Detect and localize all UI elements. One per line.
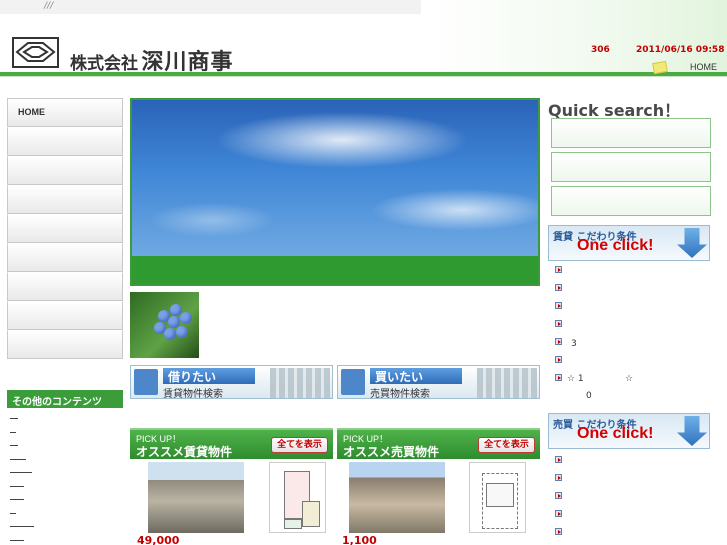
link-bullet-icon[interactable]: [555, 510, 562, 517]
sky-image: [132, 100, 538, 256]
link-bullet-icon[interactable]: [555, 338, 562, 345]
show-all-button[interactable]: 全てを表示: [478, 437, 535, 453]
link-bullet-icon[interactable]: [555, 284, 562, 291]
arrow-down-icon: [677, 228, 707, 258]
other-contents-link[interactable]: [7, 491, 123, 505]
other-contents-link[interactable]: [7, 464, 123, 478]
other-contents-heading: その他のコンテンツ: [7, 390, 123, 408]
home-link[interactable]: HOME: [690, 62, 717, 72]
link-bullet-icon[interactable]: [555, 374, 562, 381]
other-contents-link[interactable]: [7, 437, 123, 451]
rent-price: 49,000: [137, 534, 180, 545]
quick-search-field[interactable]: [551, 118, 711, 148]
other-contents-list: [7, 410, 123, 545]
sidebar-item[interactable]: [7, 156, 123, 185]
quick-search-field[interactable]: [551, 152, 711, 182]
header-slashes: ///: [44, 1, 54, 11]
rent-search-button[interactable]: 借りたい 賃貸物件検索: [130, 365, 333, 399]
oneclick-text: One click!: [577, 425, 654, 442]
company-main-name: 深川商事: [141, 50, 234, 75]
sidebar-item[interactable]: [7, 185, 123, 214]
link-bullet-icon[interactable]: [555, 320, 562, 327]
link-bullet-icon[interactable]: [555, 356, 562, 363]
quick-search-field[interactable]: [551, 186, 711, 216]
link-bullet-icon[interactable]: [555, 474, 562, 481]
sidebar-item-label: [8, 157, 122, 165]
oneclick-text: One click!: [577, 237, 654, 254]
company-prefix: 株式会社: [70, 54, 138, 74]
building-icon: [270, 368, 330, 398]
buy-search-subtitle: 売買物件検索: [370, 389, 430, 399]
link-bullet-icon[interactable]: [555, 266, 562, 273]
building-icon: [477, 368, 537, 398]
buy-search-title: 買いたい: [370, 368, 462, 384]
other-contents-link[interactable]: [7, 410, 123, 424]
other-contents-link[interactable]: [7, 478, 123, 492]
sidebar-item-label: [8, 186, 122, 194]
condition-count: 0: [586, 391, 592, 401]
sidebar-item-label: [8, 128, 122, 136]
buy-property-photo[interactable]: [349, 462, 445, 533]
condition-count: 3: [571, 339, 577, 349]
other-contents-link[interactable]: [7, 451, 123, 465]
pickup-rent-header: PICK UP！ オススメ賃貸物件 全てを表示: [130, 428, 333, 459]
update-datetime: 2011/06/16 09:58: [636, 45, 725, 55]
key-icon: [341, 369, 365, 395]
pickup-title: オススメ売買物件: [343, 445, 440, 459]
rent-oneclick-banner[interactable]: 賃貸 こだわり条件 One click!: [548, 225, 710, 261]
pickup-buy-header: PICK UP！ オススメ売買物件 全てを表示: [337, 428, 540, 459]
rent-floorplan-image[interactable]: [269, 462, 326, 533]
rent-property-photo[interactable]: [148, 462, 244, 533]
header-divider-shadow: [0, 76, 727, 77]
buy-search-button[interactable]: 買いたい 売買物件検索: [337, 365, 540, 399]
other-contents-link[interactable]: [7, 424, 123, 438]
sidebar-item[interactable]: [7, 214, 123, 243]
other-contents-link[interactable]: [7, 518, 123, 532]
sidebar-item-label: [8, 244, 122, 252]
link-bullet-icon[interactable]: [555, 528, 562, 535]
link-bullet-icon[interactable]: [555, 456, 562, 463]
show-all-button[interactable]: 全てを表示: [271, 437, 328, 453]
sidebar-item-label: [8, 215, 122, 223]
sidebar-item[interactable]: [7, 127, 123, 156]
sidebar-item-label: [8, 302, 122, 310]
visitor-counter: 306: [591, 45, 610, 55]
rent-search-subtitle: 賃貸物件検索: [163, 389, 223, 399]
other-contents-heading-text: その他のコンテンツ: [12, 397, 102, 408]
buy-price: 1,100: [342, 534, 377, 545]
company-name[interactable]: 株式会社 深川商事: [70, 44, 234, 76]
main-banner: [130, 98, 540, 286]
pickup-title: オススメ賃貸物件: [136, 445, 233, 459]
condition-star-count: ☆ 1: [567, 374, 584, 384]
sidebar-item-label: [8, 331, 122, 339]
sidebar-item-label: HOME: [18, 107, 45, 117]
link-bullet-icon[interactable]: [555, 302, 562, 309]
condition-star: ☆: [625, 374, 634, 384]
hydrangea-photo: [130, 292, 199, 358]
header-info-panel: [429, 0, 727, 76]
sidebar-nav: HOME: [7, 98, 123, 359]
rent-search-title: 借りたい: [163, 368, 255, 384]
sidebar-item[interactable]: [7, 330, 123, 359]
other-contents-link[interactable]: [7, 532, 123, 545]
sidebar-item[interactable]: [7, 301, 123, 330]
key-icon: [134, 369, 158, 395]
company-logo-icon[interactable]: [12, 37, 59, 68]
buy-land-plan-image[interactable]: [469, 462, 526, 533]
sidebar-item-home[interactable]: HOME: [7, 98, 123, 127]
sale-oneclick-banner[interactable]: 売買 こだわり条件 One click!: [548, 413, 710, 449]
sidebar-item-label: [8, 273, 122, 281]
arrow-down-icon: [677, 416, 707, 446]
sidebar-item[interactable]: [7, 272, 123, 301]
sidebar-item[interactable]: [7, 243, 123, 272]
other-contents-link[interactable]: [7, 505, 123, 519]
link-bullet-icon[interactable]: [555, 492, 562, 499]
